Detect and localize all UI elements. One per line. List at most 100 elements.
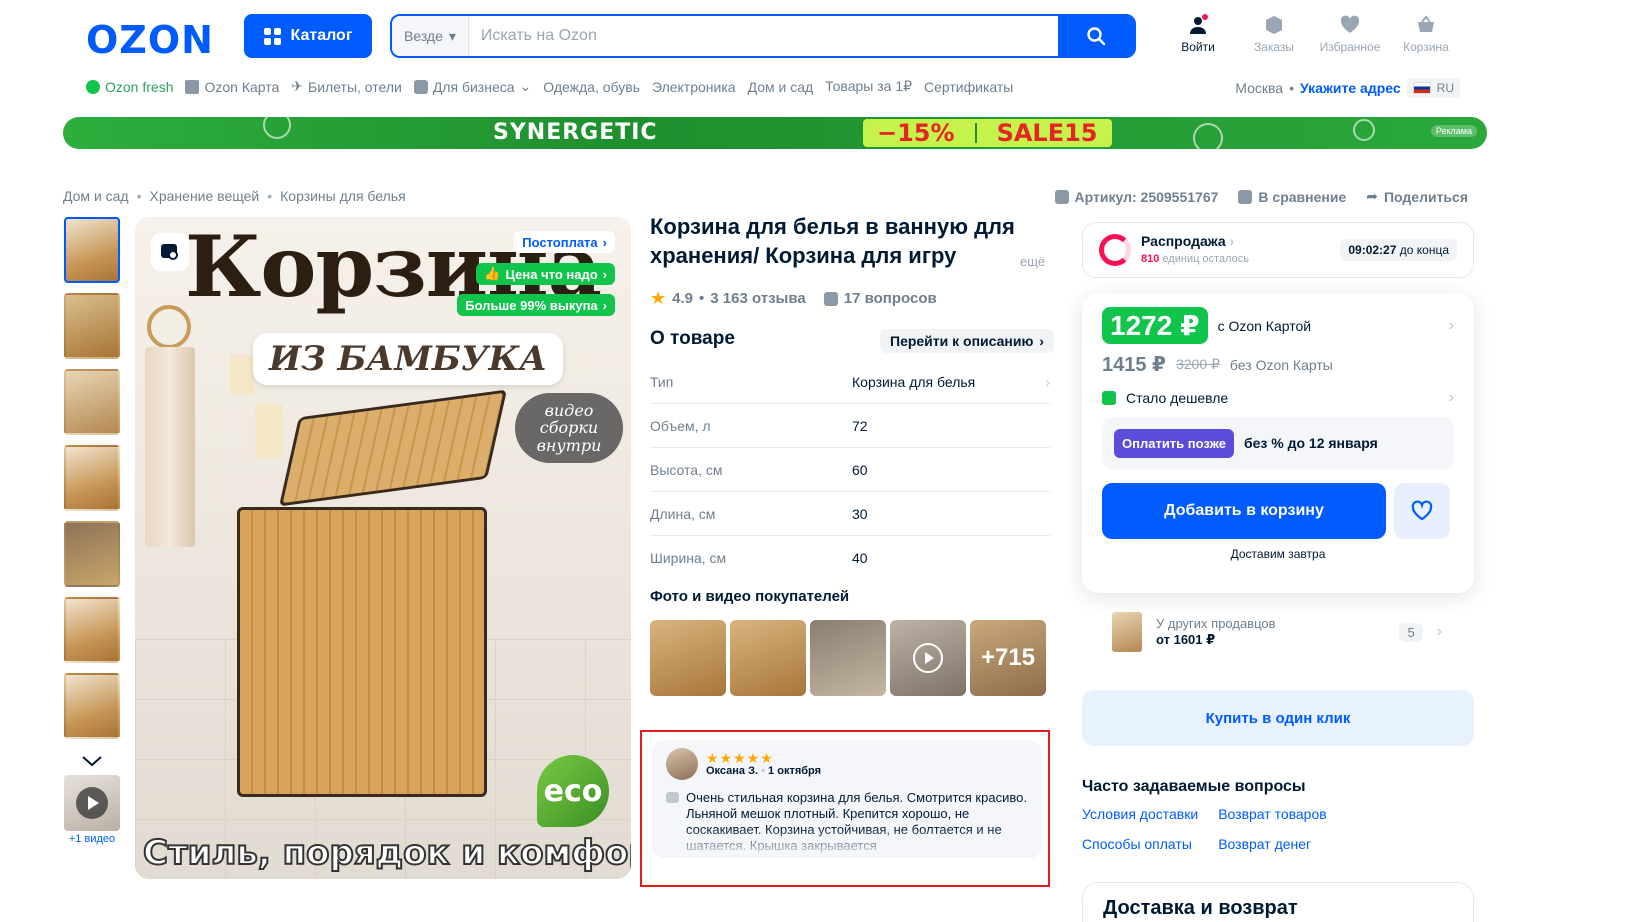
login-label: Войти (1181, 40, 1215, 54)
price-drop-row[interactable]: Стало дешевле › (1102, 389, 1454, 407)
breadcrumb-item[interactable]: Дом и сад (63, 188, 129, 204)
gallery-thumb[interactable] (64, 369, 120, 435)
ugc-photo[interactable] (810, 620, 886, 696)
badge-good-price[interactable]: 👍 Цена что надо › (476, 263, 615, 285)
promo-banner[interactable]: SYNERGETIC −15% SALE15 Реклама (63, 117, 1487, 149)
heart-icon (1340, 15, 1360, 33)
review-card[interactable]: ★★★★★ Оксана З. • 1 октября Очень стильн… (652, 740, 1042, 858)
article-copy[interactable]: Артикул: 2509551767 (1054, 188, 1218, 205)
delivery-return-card[interactable]: Доставка и возврат (1082, 882, 1474, 922)
product-main-image[interactable]: Корзина ИЗ БАМБУКА Постоплата › 👍 Цена что… (135, 217, 631, 879)
ozon-card-label: с Ozon Картой (1217, 317, 1312, 334)
old-price: 3200 ₽ (1175, 356, 1220, 372)
badge-postpay[interactable]: Постоплата › (514, 231, 615, 253)
price-card: 1272 ₽ с Ozon Картой › 1415 ₽ 3200 ₽ без… (1082, 293, 1474, 593)
review-author: Оксана З. • 1 октября (706, 765, 822, 777)
breadcrumb-item[interactable]: Хранение вещей (150, 188, 260, 204)
faq-link[interactable]: Возврат денег (1218, 836, 1327, 852)
delivery-return-title: Доставка и возврат (1103, 897, 1298, 919)
nav-item-business[interactable]: Для бизнеса ⌄ (413, 78, 531, 95)
review-header: ★★★★★ Оксана З. • 1 октября (666, 748, 1028, 780)
review-date: 1 октября (768, 765, 822, 777)
video-caption[interactable]: +1 видео (64, 833, 120, 845)
spec-row[interactable]: Тип Корзина для белья › (650, 360, 1050, 404)
login-button[interactable]: Войти (1160, 14, 1236, 54)
add-to-cart-button[interactable]: Добавить в корзину (1102, 483, 1386, 539)
chevron-down-icon (82, 756, 102, 767)
gallery-thumb[interactable] (64, 673, 120, 739)
gallery-thumb[interactable] (64, 293, 120, 359)
badge-buyout[interactable]: Больше 99% выкупа › (457, 294, 615, 316)
nav-item-certificates[interactable]: Сертификаты (924, 79, 1013, 95)
pay-later-tag[interactable]: Оплатить позже (1114, 428, 1234, 458)
orders-button[interactable]: Заказы (1236, 14, 1312, 54)
search-input[interactable] (468, 16, 1058, 56)
ugc-more[interactable]: +715 (970, 620, 1046, 696)
gallery-thumb[interactable] (64, 217, 120, 283)
nav-item-ozon-fresh[interactable]: Ozon fresh (86, 79, 173, 95)
faq-link[interactable]: Возврат товаров (1218, 806, 1327, 822)
ozon-logo[interactable]: OZON (86, 18, 214, 62)
ugc-photo[interactable] (650, 620, 726, 696)
other-sellers[interactable]: У других продавцов от 1601 ₽ 5 › (1112, 612, 1442, 652)
cart-button[interactable]: Корзина (1388, 14, 1464, 54)
reviews-link[interactable]: 3 163 отзыва (710, 290, 805, 307)
add-to-favorites-button[interactable] (1394, 483, 1450, 539)
image-search-button[interactable] (151, 233, 189, 271)
cart-actions: Добавить в корзину (1102, 483, 1454, 539)
gallery-thumb[interactable] (64, 521, 120, 587)
gallery-thumb[interactable] (64, 445, 120, 511)
title-more-link[interactable]: ещё (1020, 254, 1045, 269)
sale-progress-icon (1099, 234, 1131, 266)
buy-one-click-button[interactable]: Купить в один клик (1082, 690, 1474, 746)
nav-item-clothes[interactable]: Одежда, обувь (543, 79, 640, 95)
share-button[interactable]: ➦ Поделиться (1366, 188, 1468, 205)
banner-discount: −15% (877, 119, 955, 147)
language-switch[interactable]: RU (1406, 78, 1460, 98)
faq-link[interactable]: Способы оплаты (1082, 836, 1198, 852)
compare-icon (1238, 189, 1253, 204)
nav-item-home[interactable]: Дом и сад (748, 79, 814, 95)
breadcrumb-item[interactable]: Корзины для белья (280, 188, 406, 204)
chevron-right-icon: › (1436, 623, 1442, 640)
favorites-label: Избранное (1319, 40, 1381, 54)
nav-item-tickets[interactable]: ✈ Билеты, отели (291, 78, 402, 95)
sale-timer: 09:02:27 до конца (1340, 239, 1457, 261)
address-link[interactable]: Укажите адрес (1300, 80, 1401, 96)
video-note: видео сборки внутри (515, 393, 623, 463)
rating-value: 4.9 (672, 290, 693, 307)
gallery-thumb[interactable] (64, 597, 120, 663)
copy-icon (1054, 189, 1069, 204)
questions-link[interactable]: 17 вопросов (844, 290, 937, 307)
ozon-card-price-row[interactable]: 1272 ₽ с Ozon Картой › (1102, 307, 1454, 344)
star-icon: ★ (650, 288, 667, 308)
search-button[interactable] (1058, 16, 1134, 56)
sale-card[interactable]: Распродажа › 810 единиц осталось 09:02:2… (1082, 222, 1474, 278)
ugc-video[interactable] (890, 620, 966, 696)
go-to-description-button[interactable]: Перейти к описанию › (880, 329, 1055, 353)
breadcrumb: Дом и сад • Хранение вещей • Корзины для б… (63, 188, 406, 204)
catalog-grid-icon (263, 27, 281, 45)
bubble-decor (263, 117, 291, 139)
city-label: Москва (1235, 80, 1284, 96)
video-thumb[interactable] (64, 775, 120, 831)
nav-item-1rub[interactable]: Товары за 1₽ (825, 78, 912, 95)
ugc-photo[interactable] (730, 620, 806, 696)
catalog-label: Каталог (290, 27, 353, 44)
specs-table: Тип Корзина для белья › Объем, л 72 Высота,… (650, 360, 1050, 580)
play-icon (913, 643, 943, 673)
pay-later-row[interactable]: Оплатить позже без % до 12 января (1102, 417, 1454, 469)
nav-item-ozon-card[interactable]: Ozon Карта (185, 79, 279, 95)
search-scope-select[interactable]: Везде ▾ (392, 16, 469, 56)
nav-item-electronics[interactable]: Электроника (652, 79, 736, 95)
faq-link[interactable]: Условия доставки (1082, 806, 1198, 822)
favorites-button[interactable]: Избранное (1312, 14, 1388, 54)
compare-button[interactable]: В сравнение (1238, 188, 1346, 205)
eco-badge: eco (537, 755, 609, 827)
thumbs-scroll-down[interactable] (64, 749, 120, 773)
card-icon (185, 79, 200, 94)
orders-label: Заказы (1253, 40, 1295, 54)
catalog-button[interactable]: Каталог (244, 14, 372, 58)
chevron-down-icon: ▾ (448, 27, 456, 44)
cart-label: Корзина (1403, 40, 1449, 54)
